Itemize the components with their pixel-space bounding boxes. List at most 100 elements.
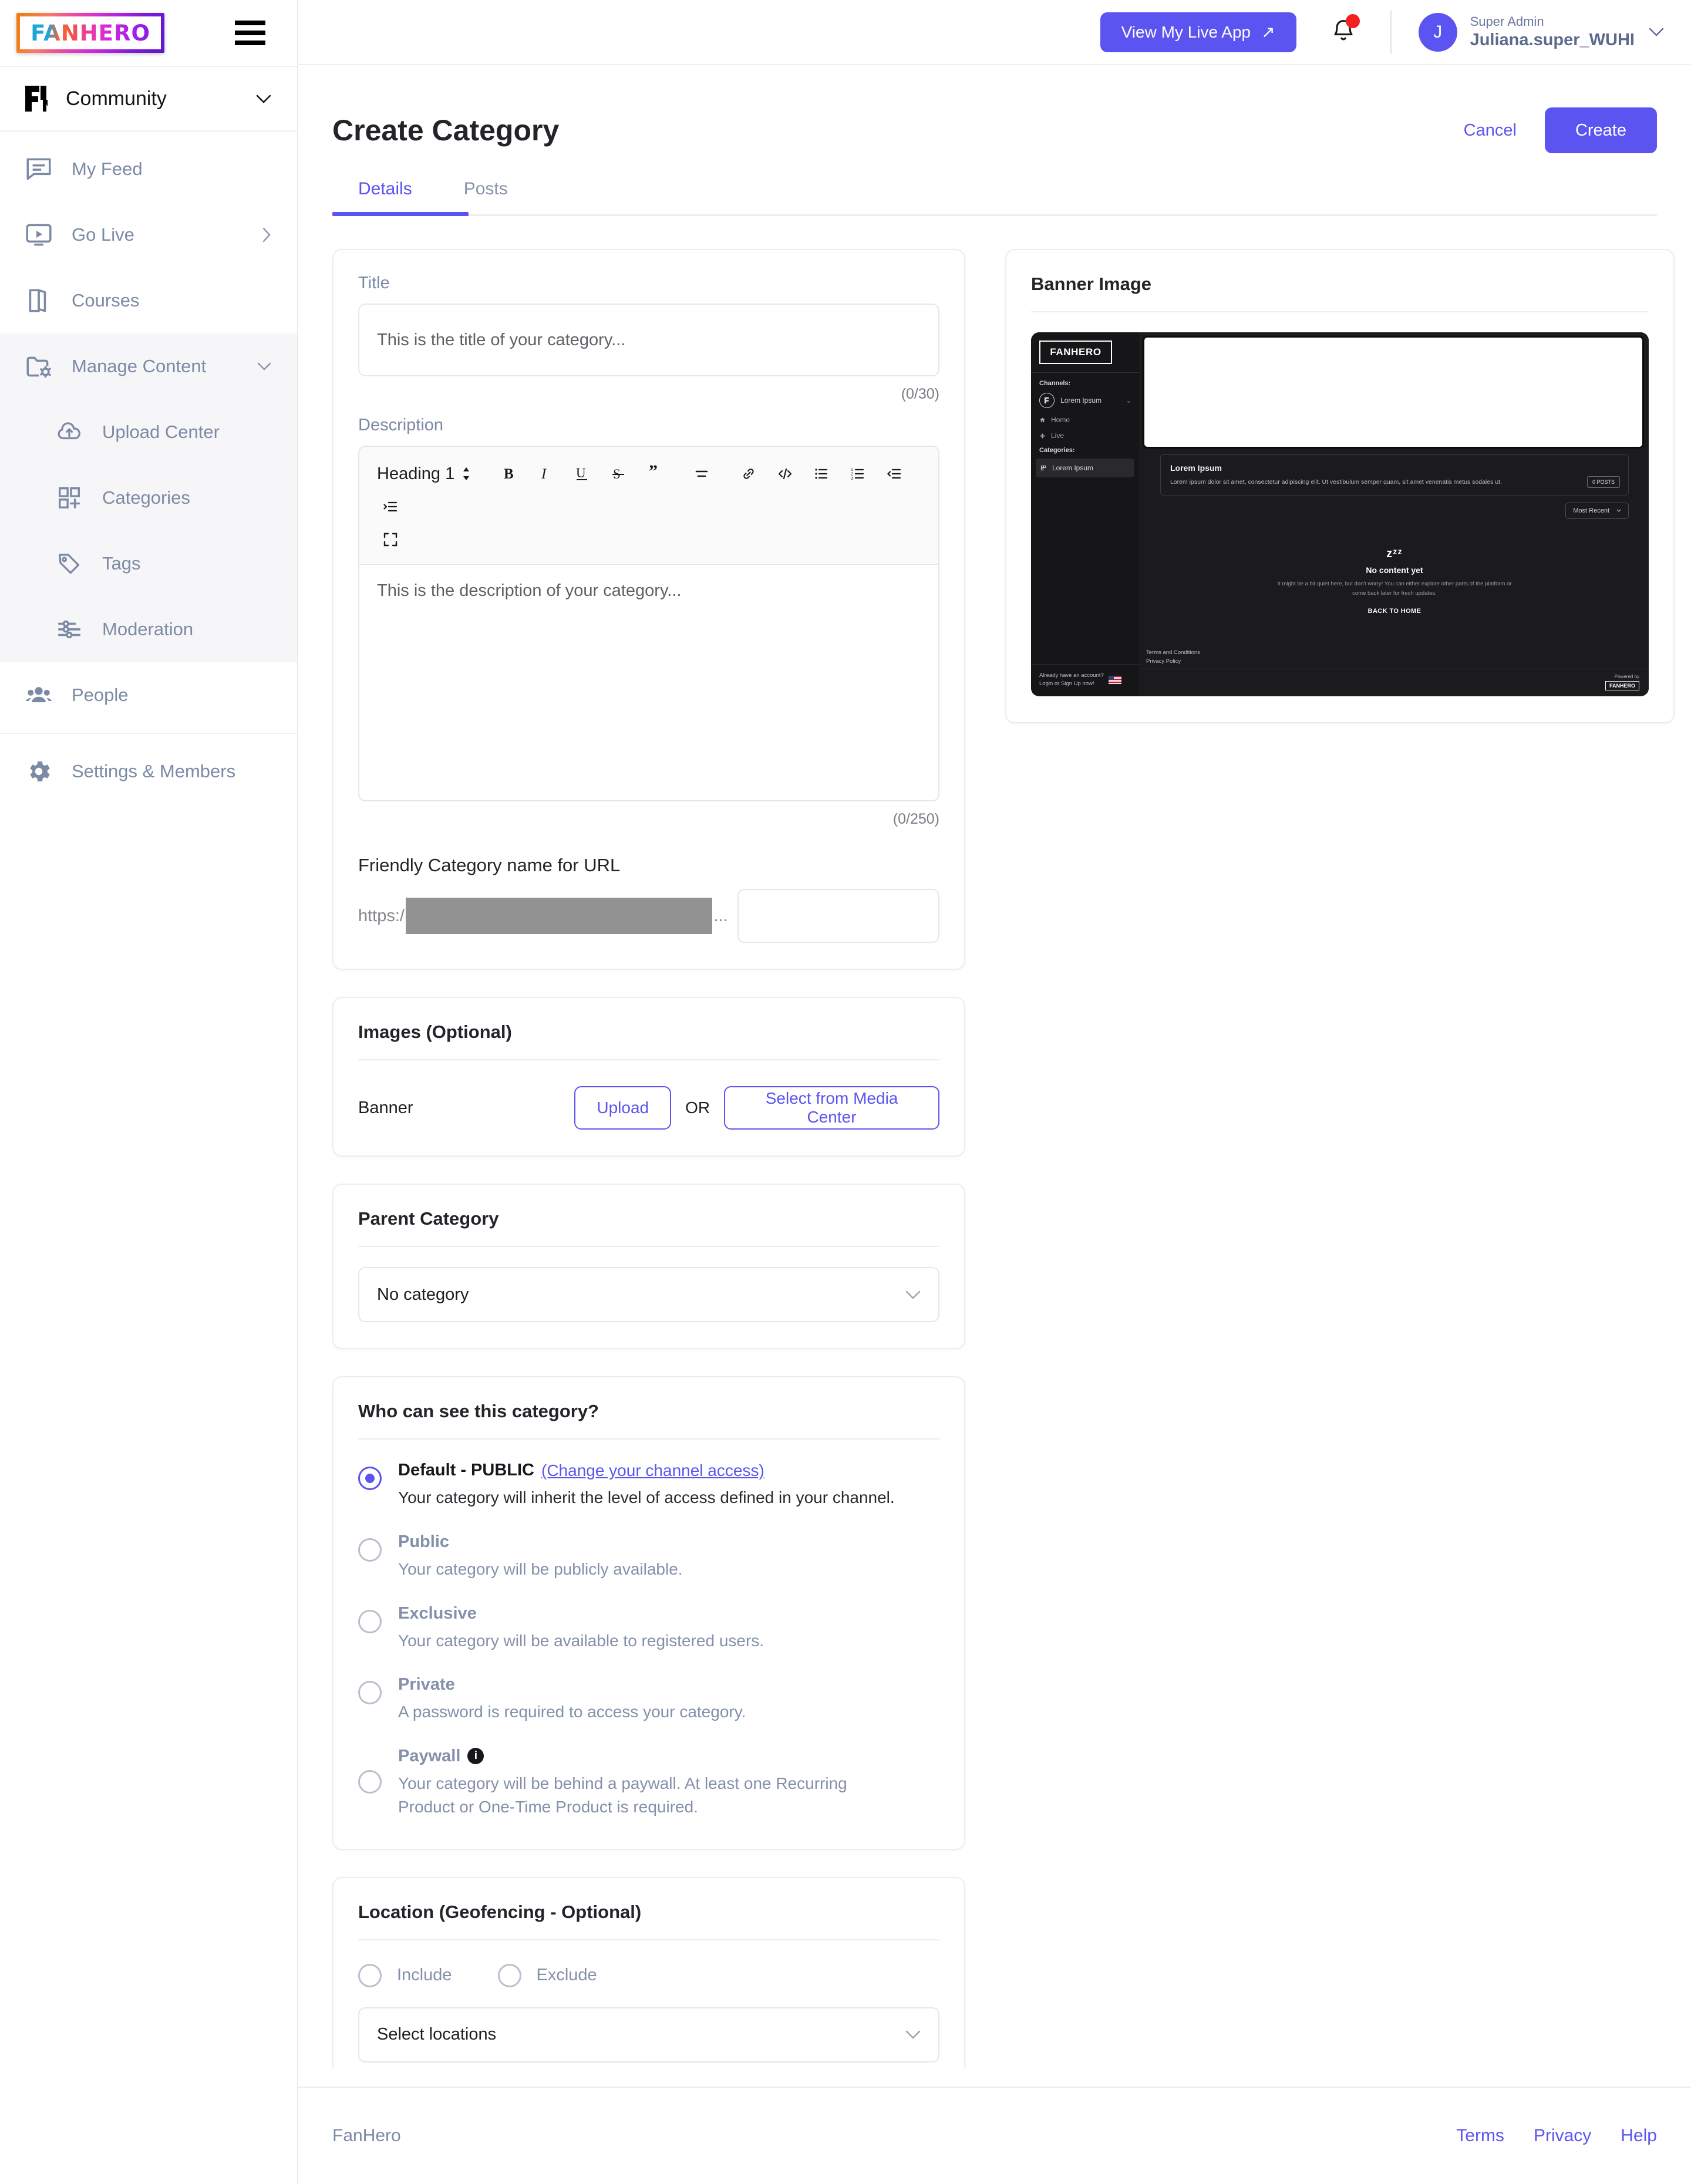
select-locations-dropdown[interactable]: Select locations (358, 2007, 939, 2062)
upload-button[interactable]: Upload (574, 1086, 672, 1130)
radio-button[interactable] (358, 1681, 382, 1705)
description-textarea[interactable]: This is the description of your category… (358, 564, 939, 802)
visibility-option-public[interactable]: Public Your category will be publicly av… (358, 1532, 939, 1582)
sidebar-item-label: Moderation (102, 619, 194, 639)
sidebar-item-upload-center[interactable]: Upload Center (0, 399, 297, 465)
community-name: Community (66, 87, 167, 110)
footer-link-help[interactable]: Help (1621, 2126, 1657, 2146)
preview-card-body: Lorem ipsum dolor sit amet, consectetur … (1170, 478, 1502, 486)
parent-category-select[interactable]: No category (358, 1267, 939, 1323)
strikethrough-icon[interactable]: S (600, 457, 636, 490)
live-icon (22, 218, 55, 251)
or-label: OR (685, 1098, 710, 1117)
location-title: Location (Geofencing - Optional) (358, 1901, 642, 1922)
visibility-option-private[interactable]: Private A password is required to access… (358, 1675, 939, 1724)
geofencing-option-include[interactable]: Include (358, 1963, 452, 1987)
sidebar-item-manage-content[interactable]: Manage Content (0, 333, 297, 399)
description-label: Description (358, 416, 444, 435)
code-icon[interactable] (767, 457, 803, 490)
sidebar-item-people[interactable]: People (0, 662, 297, 728)
select-from-media-center-button[interactable]: Select from Media Center (724, 1086, 939, 1130)
option-description: Your category will inherit the level of … (398, 1488, 895, 1507)
preview-main: Lorem Ipsum Lorem ipsum dolor sit amet, … (1140, 332, 1649, 697)
sidebar-item-courses[interactable]: Courses (0, 268, 297, 333)
radio-button[interactable] (358, 1609, 382, 1633)
sidebar-item-label: People (72, 685, 129, 705)
align-icon[interactable] (683, 457, 720, 490)
option-description: Your category will be available to regis… (398, 1631, 764, 1650)
community-switcher[interactable]: Community (0, 67, 297, 132)
outdent-icon[interactable] (876, 457, 912, 490)
visibility-option-paywall[interactable]: Paywall i Your category will be behind a… (358, 1747, 939, 1819)
radio-button[interactable] (358, 1538, 382, 1562)
tab-details[interactable]: Details (332, 179, 438, 214)
geofencing-option-exclude[interactable]: Exclude (497, 1963, 597, 1987)
page-header: Create Category Cancel Create (332, 65, 1657, 154)
visibility-title: Who can see this category? (358, 1401, 599, 1422)
app-root: FANHERO Community My Feed Go Live Course… (0, 0, 1691, 2184)
option-description: Your category will be publicly available… (398, 1560, 683, 1578)
parent-category-card: Parent Category No category (332, 1184, 965, 1350)
notifications-button[interactable] (1330, 14, 1360, 48)
page-title: Create Category (332, 114, 560, 147)
radio-button[interactable] (358, 1963, 382, 1987)
preview-channels-caption: Channels: (1039, 380, 1071, 387)
sidebar-item-categories[interactable]: Categories (0, 465, 297, 531)
tab-posts[interactable]: Posts (438, 179, 534, 214)
chevron-down-icon: ⌄ (1126, 397, 1131, 405)
fullscreen-icon[interactable] (372, 523, 409, 556)
url-label: Friendly Category name for URL (358, 855, 621, 876)
avatar-initial: J (1433, 22, 1443, 42)
info-icon[interactable]: i (467, 1748, 484, 1765)
description-counter: (0/250) (892, 811, 939, 828)
radio-button[interactable] (358, 1770, 382, 1794)
italic-icon[interactable]: I (527, 457, 564, 490)
sidebar-item-tags[interactable]: Tags (0, 531, 297, 596)
svg-text:U: U (576, 466, 586, 480)
quote-icon[interactable]: ” (636, 457, 673, 490)
footer-link-privacy[interactable]: Privacy (1534, 2126, 1591, 2146)
visibility-option-exclusive[interactable]: Exclusive Your category will be availabl… (358, 1604, 939, 1653)
bold-icon[interactable]: B (491, 457, 527, 490)
url-slug-input[interactable] (737, 889, 939, 943)
sidebar-item-go-live[interactable]: Go Live (0, 202, 297, 268)
numbered-list-icon[interactable]: 123 (840, 457, 876, 490)
link-icon[interactable] (730, 457, 767, 490)
visibility-option-default-public[interactable]: Default - PUBLIC (Change your channel ac… (358, 1461, 939, 1510)
cancel-button[interactable]: Cancel (1457, 115, 1524, 146)
change-channel-access-link[interactable]: (Change your channel access) (541, 1461, 764, 1480)
sidebar-item-settings-members[interactable]: Settings & Members (0, 739, 297, 804)
create-button[interactable]: Create (1544, 107, 1657, 154)
radio-button[interactable] (497, 1963, 521, 1987)
hamburger-menu-icon[interactable] (235, 21, 265, 45)
description-editor: Heading 1 B I U S ” 1 2 3 This is the de… (358, 446, 939, 802)
svg-text:2: 2 (851, 473, 853, 477)
divider (358, 1438, 939, 1440)
sliders-icon (53, 613, 86, 646)
user-menu[interactable]: J Super Admin Juliana.super_WUHI (1418, 12, 1664, 52)
underline-icon[interactable]: U (564, 457, 600, 490)
title-input[interactable] (358, 304, 939, 377)
editor-toolbar: Heading 1 B I U S ” 1 2 3 (358, 446, 939, 565)
divider (358, 1059, 939, 1061)
sidebar-item-moderation[interactable]: Moderation (0, 596, 297, 662)
bullet-list-icon[interactable] (803, 457, 840, 490)
preview-sidebar: FANHERO Channels: Lorem Ipsum ⌄ Home Liv… (1031, 332, 1140, 697)
footer-link-terms[interactable]: Terms (1456, 2126, 1504, 2146)
chevron-down-icon (905, 1290, 921, 1299)
fanhero-logo[interactable]: FANHERO (16, 13, 164, 53)
option-label: Exclude (536, 1966, 597, 1985)
title-counter: (0/30) (901, 386, 939, 403)
banner-image-card: Banner Image FANHERO Channels: Lorem Ips… (1005, 249, 1675, 724)
tab-bar: Details Posts (332, 179, 1657, 217)
details-card: Title (0/30) Description Heading 1 (332, 249, 965, 970)
sidebar-item-my-feed[interactable]: My Feed (0, 136, 297, 202)
heading-select[interactable]: Heading 1 (372, 462, 480, 486)
sleep-icon: zᶻᶻ (1386, 547, 1403, 560)
radio-button[interactable] (358, 1467, 382, 1491)
cloud-upload-icon (53, 416, 86, 449)
footer-links: Terms Privacy Help (1456, 2126, 1657, 2146)
preview-back-home-link: BACK TO HOME (1367, 608, 1421, 615)
indent-icon[interactable] (372, 490, 409, 523)
view-live-app-button[interactable]: View My Live App ↗ (1100, 12, 1296, 52)
